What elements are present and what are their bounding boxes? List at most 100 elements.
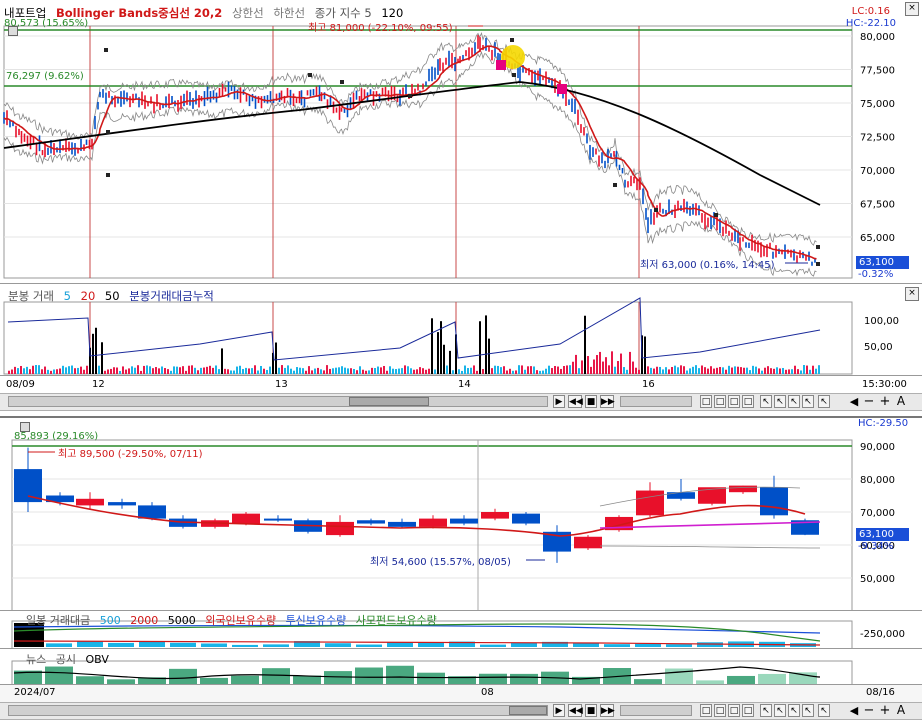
bottom-arrow-tool-5[interactable]: ↖ — [818, 704, 830, 717]
volume-bar — [146, 365, 148, 374]
daily-candle-body — [729, 485, 757, 493]
top-scrollbar-track[interactable] — [8, 396, 548, 407]
arrow-tool-4[interactable]: ↖ — [802, 395, 814, 408]
step-forward-button[interactable]: ▶▶ — [600, 395, 615, 408]
disclosure-label[interactable]: 공시 — [56, 653, 76, 666]
zoom-slider[interactable] — [620, 396, 692, 407]
bottom-stop-button[interactable]: ■ — [585, 704, 597, 717]
volume-bar — [608, 365, 610, 374]
bottom-arrow-tool-2[interactable]: ↖ — [774, 704, 786, 717]
volume-bar — [719, 366, 721, 374]
stop-button[interactable]: ■ — [585, 395, 597, 408]
volume-bar — [515, 370, 517, 374]
top-ytick-label: 72,500 — [860, 133, 895, 144]
volume-bar — [281, 365, 283, 374]
daily-low-annotation: 최저 54,600 (15.57%, 08/05) — [370, 557, 511, 568]
panel-toggle-icon[interactable] — [8, 26, 18, 36]
bottom-zoom-in-button[interactable]: + — [878, 704, 892, 717]
volume-bar — [764, 367, 766, 374]
bottom-step-forward-button[interactable]: ▶▶ — [600, 704, 615, 717]
arrow-tool-1[interactable]: ↖ — [760, 395, 772, 408]
arrow-tool-5[interactable]: ↖ — [818, 395, 830, 408]
bottom-scrollbar-thumb[interactable] — [509, 706, 547, 715]
step-back-button[interactable]: ◀◀ — [568, 395, 583, 408]
volume-bar — [308, 366, 310, 374]
xaxis-time-label: 15:30:00 — [862, 379, 907, 390]
bottom-arrow-tool-4[interactable]: ↖ — [802, 704, 814, 717]
volume-bar — [389, 366, 391, 374]
top-control-bar: ▶ ◀◀ ■ ▶▶ □ □ □ □ ↖ ↖ ↖ ↖ ↖ ◀ − + A — [0, 393, 922, 411]
tool-icon-4[interactable]: □ — [742, 395, 754, 408]
obv-chart[interactable] — [0, 649, 922, 685]
volume-bar — [584, 315, 586, 374]
top-price-chart[interactable]: 80,000 77,500 75,000 72,500 70,000 67,500 65,0… — [0, 0, 922, 283]
daily-price-panel[interactable]: 90,000 80,000 70,000 60,000 50,000 HC:-29.50… — [0, 416, 922, 612]
bottom-auto-scale-button[interactable]: A — [894, 704, 908, 717]
volume-bar — [287, 365, 289, 374]
obv-panel[interactable]: 뉴스 공시 OBV — [0, 648, 922, 685]
volume-500: 500 — [99, 614, 121, 627]
holdings-volume-bar — [170, 642, 196, 647]
volume-bar — [434, 369, 436, 374]
holdings-volume-bar — [46, 643, 72, 647]
volume-bar — [11, 369, 13, 374]
band-point-marker — [816, 245, 820, 249]
volume-bar — [512, 370, 514, 374]
volume-bar — [227, 369, 229, 374]
bottom-arrow-tool-1[interactable]: ↖ — [760, 704, 772, 717]
volume-bar — [380, 367, 382, 374]
scroll-right-button[interactable]: ▶ — [553, 395, 565, 408]
bottom-tool-icon-2[interactable]: □ — [714, 704, 726, 717]
volume-close-icon[interactable]: × — [905, 287, 919, 301]
volume-bar — [203, 367, 205, 374]
top-price-panel[interactable]: 80,000 77,500 75,000 72,500 70,000 67,500 65,0… — [0, 0, 922, 283]
top-scrollbar-thumb[interactable] — [349, 397, 429, 406]
bottom-zoom-slider[interactable] — [620, 705, 692, 716]
arrow-tool-2[interactable]: ↖ — [774, 395, 786, 408]
tool-icon-3[interactable]: □ — [728, 395, 740, 408]
volume-bar — [26, 366, 28, 374]
volume-bar — [332, 368, 334, 374]
bottom-arrow-tool-3[interactable]: ↖ — [788, 704, 800, 717]
scroll-left-small-button[interactable]: ◀ — [848, 395, 860, 408]
band-point-marker — [104, 48, 108, 52]
arrow-tool-3[interactable]: ↖ — [788, 395, 800, 408]
volume-bar — [770, 368, 772, 374]
volume-bar — [299, 367, 301, 374]
bottom-scrollbar-track[interactable] — [8, 705, 548, 716]
volume-bar — [164, 368, 166, 374]
volume-bar — [248, 368, 250, 374]
bottom-zoom-out-button[interactable]: − — [862, 704, 876, 717]
mid-line-label: 76,297 (9.62%) — [6, 71, 84, 82]
tool-icon-1[interactable]: □ — [700, 395, 712, 408]
zoom-out-button[interactable]: − — [862, 395, 876, 408]
obv-label: OBV — [85, 653, 109, 666]
obv-legend: 뉴스 공시 OBV — [26, 651, 115, 667]
volume-bar — [104, 370, 106, 374]
bottom-control-bar: ▶ ◀◀ ■ ▶▶ □ □ □ □ ↖ ↖ ↖ ↖ ↖ ◀ − + A — [0, 702, 922, 720]
zoom-in-button[interactable]: + — [878, 395, 892, 408]
close-icon[interactable]: × — [905, 2, 919, 16]
bottom-tool-icon-1[interactable]: □ — [700, 704, 712, 717]
volume-legend: 분봉 거래 5 20 50 분봉거래대금누적 — [8, 288, 220, 304]
tool-icon-2[interactable]: □ — [714, 395, 726, 408]
auto-scale-button[interactable]: A — [894, 395, 908, 408]
volume-bar — [758, 368, 760, 374]
volume-bar — [200, 367, 202, 374]
volume-bar — [122, 366, 124, 374]
news-label[interactable]: 뉴스 — [26, 653, 46, 666]
holdings-panel[interactable]: 일봉 거래대금 500 2000 5000 외국인보유수량 투신보유수량 사모펀… — [0, 610, 922, 649]
bottom-tool-icon-4[interactable]: □ — [742, 704, 754, 717]
volume-bar — [158, 368, 160, 374]
volume-bar — [335, 367, 337, 374]
volume-bar — [728, 365, 730, 374]
volume-bar — [386, 370, 388, 374]
volume-panel[interactable]: 100,00 50,00 분봉 거래 5 20 50 분봉거래대금누적 × — [0, 283, 922, 376]
bottom-scroll-right-button[interactable]: ▶ — [553, 704, 565, 717]
volume-bar — [449, 350, 451, 374]
volume-bar — [47, 369, 49, 374]
bottom-step-back-button[interactable]: ◀◀ — [568, 704, 583, 717]
bottom-tool-icon-3[interactable]: □ — [728, 704, 740, 717]
bottom-scroll-left-small-button[interactable]: ◀ — [848, 704, 860, 717]
volume-bar — [509, 368, 511, 374]
